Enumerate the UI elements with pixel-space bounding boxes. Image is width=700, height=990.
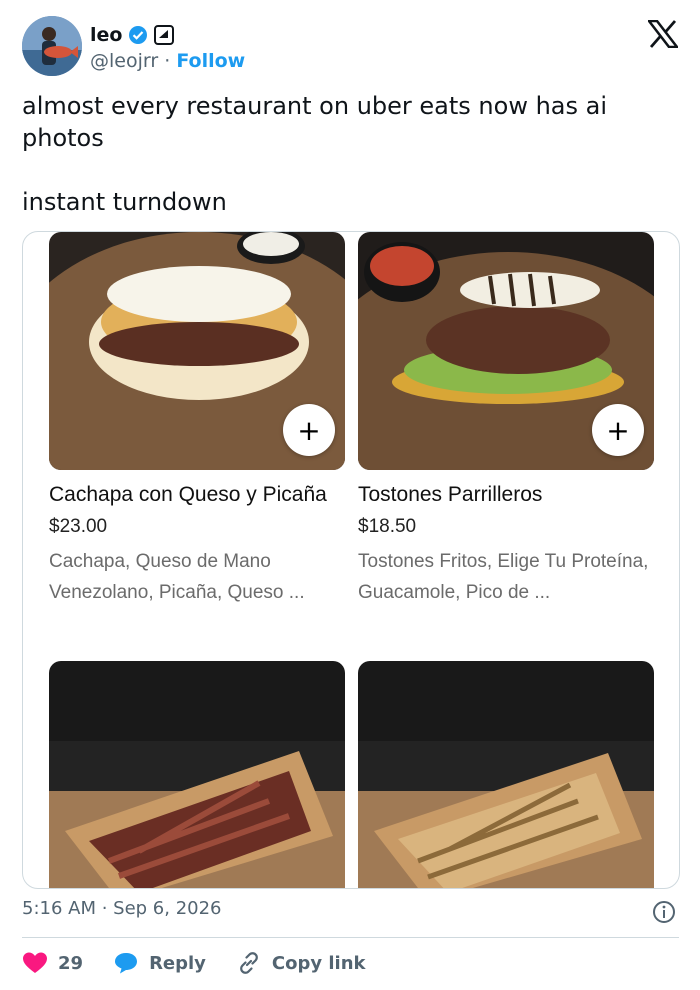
author-name[interactable]: leo: [90, 24, 122, 46]
like-button[interactable]: 29: [22, 951, 83, 975]
menu-item-description: Cachapa, Queso de Mano Venezolano, Picañ…: [49, 551, 305, 603]
menu-item-title: Cachapa con Queso y Picaña: [49, 483, 327, 506]
avatar[interactable]: [22, 16, 82, 76]
food-photo-chicken: [358, 661, 654, 888]
add-to-cart-button[interactable]: +: [592, 404, 644, 456]
link-icon: [240, 952, 258, 974]
tweet-image[interactable]: + Cachapa con Queso y Picaña $23.00 Cach…: [22, 231, 680, 889]
author-name-row: leo: [90, 24, 175, 46]
menu-item-price: $23.00: [49, 516, 108, 537]
menu-item-title: Tostones Parrilleros: [358, 483, 543, 506]
menu-item-card[interactable]: [49, 661, 345, 888]
author-handle-row: @leojrr · Follow: [90, 50, 245, 72]
menu-item-card[interactable]: + Cachapa con Queso y Picaña $23.00 Cach…: [49, 232, 345, 608]
follow-button[interactable]: Follow: [176, 50, 245, 72]
separator-dot: ·: [164, 50, 171, 72]
menu-item-card[interactable]: + Tostones Parrilleros $18.50 Tostones F…: [358, 232, 654, 608]
reply-bubble-icon: [115, 953, 138, 974]
reply-label: Reply: [149, 952, 206, 974]
avatar-image: [22, 16, 82, 76]
author-handle[interactable]: @leojrr: [90, 50, 158, 72]
reply-button[interactable]: Reply: [113, 951, 206, 975]
affiliate-badge-icon: [154, 25, 175, 45]
copy-link-label: Copy link: [271, 952, 366, 974]
add-to-cart-button[interactable]: +: [283, 404, 335, 456]
tweet-actions: 29 Reply Copy link: [22, 948, 396, 978]
menu-item-description: Tostones Fritos, Elige Tu Proteína, Guac…: [358, 551, 649, 603]
info-icon[interactable]: [652, 900, 676, 924]
copy-link-button[interactable]: Copy link: [236, 950, 366, 976]
like-count: 29: [58, 952, 84, 974]
x-logo-icon[interactable]: [648, 20, 678, 48]
menu-item-card[interactable]: [358, 661, 654, 888]
tweet-timestamp[interactable]: 5:16 AM · Sep 6, 2026: [22, 898, 222, 919]
food-photo-tostones: +: [358, 232, 654, 470]
footer-divider: [22, 937, 679, 938]
tweet-text: almost every restaurant on uber eats now…: [22, 92, 607, 216]
menu-item-price: $18.50: [358, 516, 417, 537]
verified-badge-icon: [129, 26, 148, 44]
food-photo-cachapa: +: [49, 232, 345, 470]
food-photo-steak: [49, 661, 345, 888]
tweet-header: leo @leojrr · Follow: [22, 16, 682, 80]
heart-icon: [23, 952, 47, 973]
